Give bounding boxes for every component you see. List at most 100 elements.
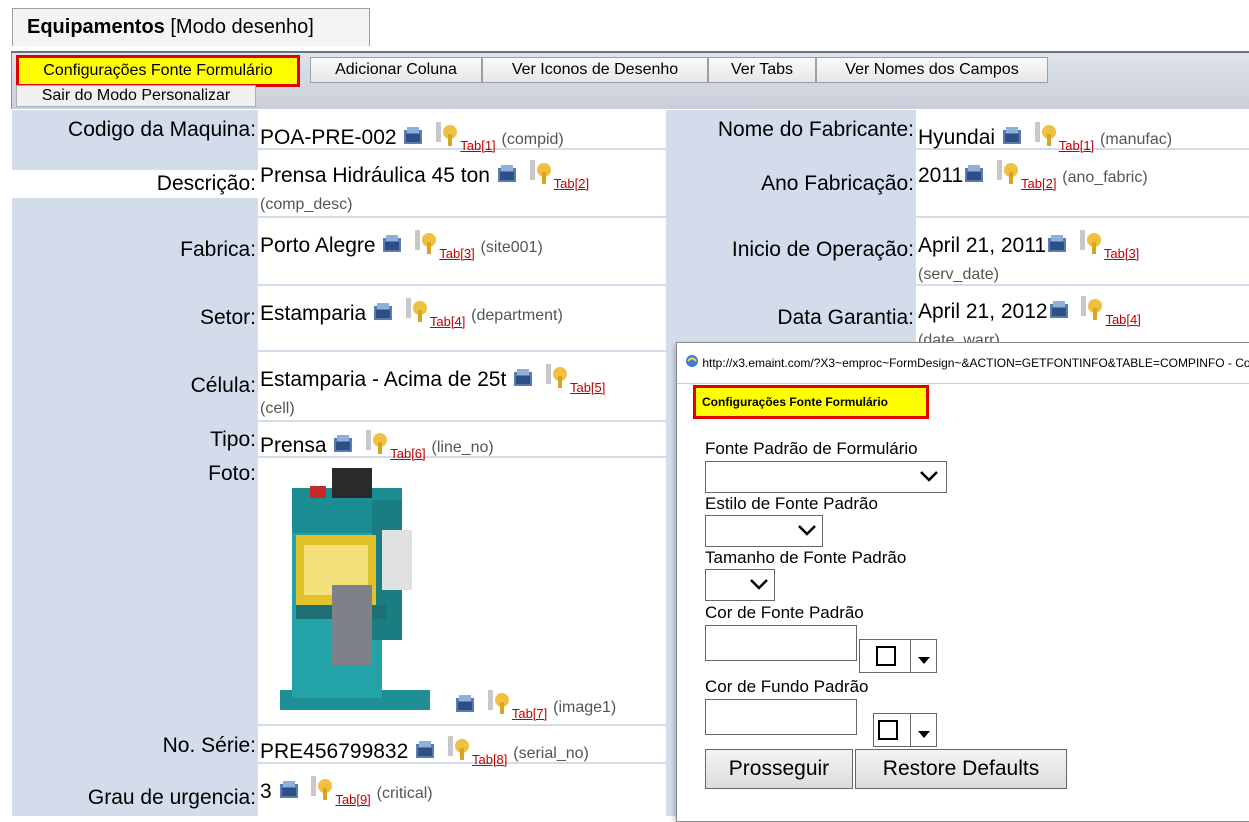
serial-no-value: PRE456799832 bbox=[260, 740, 409, 763]
line-no-row: Prensa Tab[6] (line_no) bbox=[260, 428, 494, 461]
font-settings-icon[interactable] bbox=[1046, 234, 1070, 260]
wrench-key-icon[interactable] bbox=[526, 158, 554, 190]
serial-no-tab-link[interactable]: Tab[8] bbox=[472, 752, 507, 767]
wrench-key-icon[interactable] bbox=[402, 296, 430, 328]
font-settings-icon[interactable] bbox=[496, 164, 520, 190]
wrench-key-icon[interactable] bbox=[484, 688, 512, 720]
exit-customize-button[interactable]: Sair do Modo Personalizar bbox=[16, 85, 256, 107]
ano-fabric-label: Ano Fabricação: bbox=[761, 172, 914, 195]
chevron-down-icon bbox=[748, 574, 770, 599]
color-swatch-icon bbox=[876, 646, 896, 666]
row-separator bbox=[258, 350, 666, 352]
divider bbox=[910, 714, 911, 746]
wrench-key-icon[interactable] bbox=[411, 228, 439, 260]
serv-date-row: April 21, 2011 Tab[3] (serv_date) bbox=[918, 228, 1139, 285]
critical-value: 3 bbox=[260, 780, 272, 803]
cell-label: Célula: bbox=[190, 374, 256, 397]
department-value: Estamparia bbox=[260, 302, 367, 325]
department-label: Setor: bbox=[199, 306, 256, 329]
font-settings-icon[interactable] bbox=[278, 780, 302, 806]
font-settings-icon[interactable] bbox=[1048, 300, 1072, 326]
site-row: Porto Alegre Tab[3] (site001) bbox=[260, 228, 543, 261]
comp-desc-row: Prensa Hidráulica 45 ton Tab[2] (comp_de… bbox=[260, 158, 589, 215]
compid-tab-link[interactable]: Tab[1] bbox=[460, 138, 495, 153]
popup-url: http://x3.emaint.com/?X3~emproc~FormDesi… bbox=[702, 356, 1249, 370]
department-row: Estamparia Tab[4] (department) bbox=[260, 296, 563, 329]
toolbar: Configurações Fonte Formulário Adicionar… bbox=[11, 51, 1249, 109]
comp-desc-value: Prensa Hidráulica 45 ton bbox=[260, 164, 490, 187]
compid-row: POA-PRE-002 Tab[1] (compid) bbox=[260, 120, 564, 153]
font-settings-icon[interactable] bbox=[512, 368, 536, 394]
machine-photo bbox=[272, 460, 452, 722]
row-separator bbox=[258, 216, 666, 218]
font-settings-icon[interactable] bbox=[372, 302, 396, 328]
font-size-select[interactable] bbox=[705, 569, 775, 601]
manufac-value: Hyundai bbox=[918, 126, 996, 149]
font-settings-icon[interactable] bbox=[414, 740, 438, 766]
font-settings-icon[interactable] bbox=[402, 126, 426, 152]
serial-no-field-name: (serial_no) bbox=[513, 745, 589, 762]
wrench-key-icon[interactable] bbox=[362, 428, 390, 460]
manufac-label: Nome do Fabricante: bbox=[717, 118, 914, 141]
image-field-name: (image1) bbox=[553, 699, 617, 716]
compid-label: Codigo da Maquina: bbox=[68, 118, 256, 141]
restore-defaults-button[interactable]: Restore Defaults bbox=[855, 749, 1067, 789]
comp-desc-label: Descrição: bbox=[156, 172, 256, 195]
department-tab-link[interactable]: Tab[4] bbox=[430, 314, 465, 329]
default-font-label: Fonte Padrão de Formulário bbox=[705, 439, 918, 458]
font-settings-icon[interactable] bbox=[963, 164, 987, 190]
wrench-key-icon[interactable] bbox=[993, 158, 1021, 190]
ano-fabric-tab-link[interactable]: Tab[2] bbox=[1021, 176, 1056, 191]
row-separator bbox=[916, 216, 1249, 218]
font-settings-icon[interactable] bbox=[454, 694, 478, 720]
serv-date-label: Inicio de Operação: bbox=[731, 238, 914, 261]
wrench-key-icon[interactable] bbox=[444, 734, 472, 766]
critical-tab-link[interactable]: Tab[9] bbox=[335, 792, 370, 807]
view-icons-button[interactable]: Ver Iconos de Desenho bbox=[482, 57, 708, 83]
divider bbox=[910, 640, 911, 672]
font-style-label: Estilo de Fonte Padrão bbox=[705, 494, 878, 513]
font-color-input[interactable] bbox=[705, 625, 857, 661]
view-field-names-button[interactable]: Ver Nomes dos Campos bbox=[816, 57, 1048, 83]
wrench-key-icon[interactable] bbox=[432, 120, 460, 152]
image-tab-link[interactable]: Tab[7] bbox=[512, 706, 547, 721]
row-separator bbox=[258, 284, 666, 286]
line-no-tab-link[interactable]: Tab[6] bbox=[390, 446, 425, 461]
wrench-key-icon[interactable] bbox=[1077, 294, 1105, 326]
site-tab-link[interactable]: Tab[3] bbox=[439, 246, 474, 261]
font-size-label: Tamanho de Fonte Padrão bbox=[705, 548, 907, 567]
serv-date-tab-link[interactable]: Tab[3] bbox=[1104, 246, 1139, 261]
font-color-picker-button[interactable] bbox=[859, 639, 937, 673]
font-settings-icon[interactable] bbox=[381, 234, 405, 260]
font-config-button[interactable]: Configurações Fonte Formulário bbox=[16, 55, 300, 87]
ano-fabric-row: 2011 Tab[2] (ano_fabric) bbox=[918, 158, 1148, 191]
window-title: Equipamentos bbox=[27, 16, 165, 38]
wrench-key-icon[interactable] bbox=[307, 774, 335, 806]
ano-fabric-value: 2011 bbox=[918, 164, 964, 187]
wrench-key-icon[interactable] bbox=[1031, 120, 1059, 152]
compid-field-name: (compid) bbox=[501, 131, 564, 148]
critical-field-name: (critical) bbox=[376, 785, 433, 802]
cell-tab-link[interactable]: Tab[5] bbox=[570, 380, 605, 395]
color-swatch-icon bbox=[878, 720, 898, 740]
cell-value: Estamparia - Acima de 25t bbox=[260, 368, 507, 391]
comp-desc-tab-link[interactable]: Tab[2] bbox=[554, 176, 589, 191]
bg-color-picker-button[interactable] bbox=[873, 713, 937, 747]
ano-fabric-field-name: (ano_fabric) bbox=[1062, 169, 1148, 186]
font-settings-icon[interactable] bbox=[1001, 126, 1025, 152]
date-warr-tab-link[interactable]: Tab[4] bbox=[1105, 312, 1140, 327]
wrench-key-icon[interactable] bbox=[1076, 228, 1104, 260]
view-tabs-button[interactable]: Ver Tabs bbox=[708, 57, 816, 83]
font-style-select[interactable] bbox=[705, 515, 823, 547]
font-settings-icon[interactable] bbox=[332, 434, 356, 460]
row-separator bbox=[258, 724, 666, 726]
add-column-button[interactable]: Adicionar Coluna bbox=[310, 57, 482, 83]
site-value: Porto Alegre bbox=[260, 234, 376, 257]
proceed-button[interactable]: Prosseguir bbox=[705, 749, 853, 789]
default-font-select[interactable] bbox=[705, 461, 947, 493]
bg-color-input[interactable] bbox=[705, 699, 857, 735]
manufac-tab-link[interactable]: Tab[1] bbox=[1059, 138, 1094, 153]
chevron-down-icon bbox=[918, 466, 940, 491]
wrench-key-icon[interactable] bbox=[542, 362, 570, 394]
line-no-label: Tipo: bbox=[210, 428, 256, 451]
